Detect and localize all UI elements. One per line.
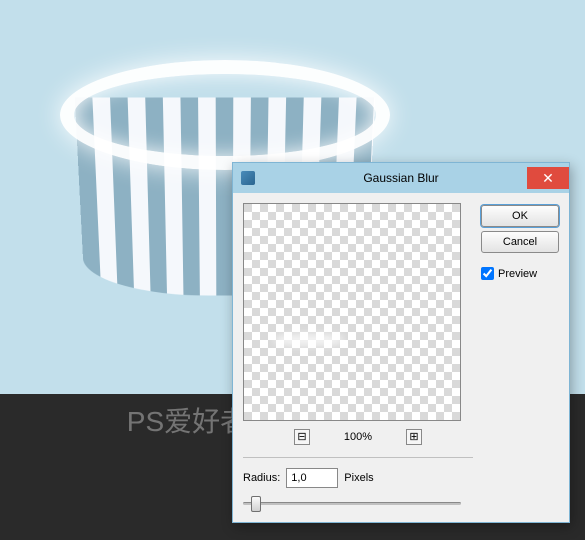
separator bbox=[243, 457, 473, 458]
preview-checkbox-label: Preview bbox=[498, 268, 537, 280]
minus-icon: ⊟ bbox=[297, 432, 306, 443]
canvas-background: PS爱好者 www.psahz.com Gaussian Blur ✕ ⊟ 10… bbox=[0, 0, 585, 540]
dialog-titlebar[interactable]: Gaussian Blur ✕ bbox=[233, 163, 569, 193]
zoom-out-button[interactable]: ⊟ bbox=[294, 429, 310, 445]
zoom-controls: ⊟ 100% ⊞ bbox=[243, 429, 473, 445]
close-icon: ✕ bbox=[542, 170, 554, 187]
dialog-body: ⊟ 100% ⊞ Radius: Pixels bbox=[233, 193, 569, 522]
dialog-title: Gaussian Blur bbox=[233, 171, 569, 185]
preview-checkbox-row[interactable]: Preview bbox=[481, 267, 559, 280]
zoom-in-button[interactable]: ⊞ bbox=[406, 429, 422, 445]
bowl-rim bbox=[60, 60, 390, 170]
preview-checkbox[interactable] bbox=[481, 267, 494, 280]
cancel-button[interactable]: Cancel bbox=[481, 231, 559, 253]
radius-unit: Pixels bbox=[344, 472, 373, 484]
radius-label: Radius: bbox=[243, 472, 280, 484]
radius-input[interactable] bbox=[286, 468, 338, 488]
plus-icon: ⊞ bbox=[409, 432, 418, 443]
filter-preview[interactable] bbox=[243, 203, 461, 421]
radius-row: Radius: Pixels bbox=[243, 468, 473, 488]
slider-thumb[interactable] bbox=[251, 496, 261, 512]
radius-slider[interactable] bbox=[243, 494, 461, 512]
slider-track-line bbox=[243, 502, 461, 505]
ok-button[interactable]: OK bbox=[481, 205, 559, 227]
close-button[interactable]: ✕ bbox=[527, 167, 569, 189]
gaussian-blur-dialog: Gaussian Blur ✕ ⊟ 100% ⊞ bbox=[232, 162, 570, 523]
zoom-level: 100% bbox=[338, 431, 378, 443]
preview-content bbox=[274, 334, 344, 346]
dialog-left-column: ⊟ 100% ⊞ Radius: Pixels bbox=[243, 203, 473, 512]
dialog-right-column: OK Cancel Preview bbox=[481, 203, 559, 512]
